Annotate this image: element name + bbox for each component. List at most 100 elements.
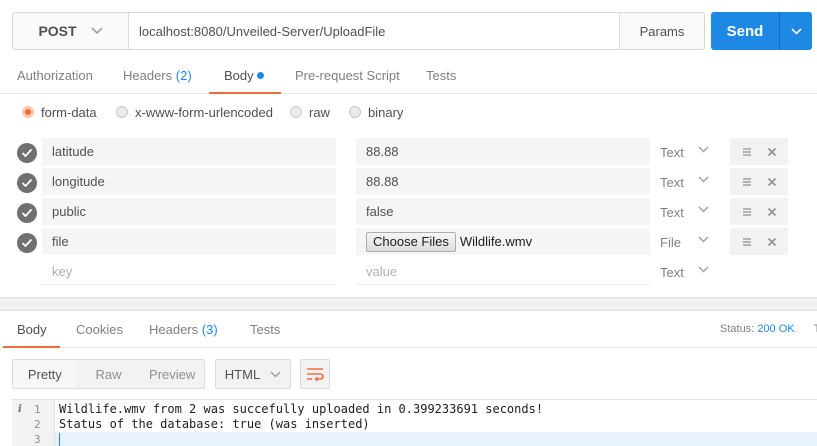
tab-label: Pre-request Script — [295, 68, 400, 83]
method-select[interactable]: POST — [13, 13, 129, 49]
form-row: latitude 88.88 Text — [0, 138, 817, 168]
row-actions — [730, 198, 788, 225]
form-row: file Choose Files Wildlife.wmv File — [0, 228, 817, 258]
headers-count: (2) — [175, 68, 192, 83]
value-field[interactable]: false — [356, 198, 650, 225]
row-enabled-checkbox[interactable] — [17, 143, 37, 163]
radio-icon — [290, 106, 302, 118]
key-field[interactable]: latitude — [42, 138, 336, 165]
view-pretty-button[interactable]: Pretty — [13, 360, 77, 388]
radio-binary[interactable]: binary — [349, 100, 403, 124]
row-enabled-checkbox[interactable] — [17, 203, 37, 223]
value-field: Choose Files Wildlife.wmv — [356, 228, 650, 255]
params-button[interactable]: Params — [619, 13, 704, 49]
key-input[interactable]: key — [42, 258, 336, 285]
tab-response-body[interactable]: Body — [17, 311, 47, 348]
value-field[interactable]: 88.88 — [356, 138, 650, 165]
drag-handle-icon[interactable] — [742, 147, 752, 157]
type-select[interactable]: Text — [660, 138, 684, 165]
radio-label: binary — [368, 104, 404, 120]
new-form-row: key value Text — [0, 258, 817, 288]
response-status: Status: 200 OK T — [720, 311, 817, 348]
check-icon — [21, 148, 33, 158]
close-icon[interactable] — [767, 177, 777, 187]
radio-x-www-form-urlencoded[interactable]: x-www-form-urlencoded — [116, 100, 273, 124]
tab-headers[interactable]: Headers (2) — [123, 58, 192, 94]
key-field[interactable]: longitude — [42, 168, 336, 195]
tab-authorization[interactable]: Authorization — [17, 58, 93, 94]
close-icon[interactable] — [767, 147, 777, 157]
check-icon — [21, 238, 33, 248]
line-text: Wildlife.wmv from 2 was succefully uploa… — [59, 402, 544, 416]
chevron-down-icon — [790, 27, 802, 35]
value-placeholder: value — [366, 263, 398, 279]
row-enabled-checkbox[interactable] — [17, 173, 37, 193]
row-actions — [730, 138, 788, 165]
chevron-down-icon — [698, 146, 709, 153]
value-text: 88.88 — [366, 174, 399, 189]
chevron-down-icon — [698, 176, 709, 183]
format-select[interactable]: HTML — [215, 359, 291, 389]
tab-label: Authorization — [17, 68, 93, 83]
send-button[interactable]: Send — [711, 12, 779, 50]
chevron-down-icon — [698, 266, 709, 273]
code-line: i 1 Wildlife.wmv from 2 was succefully u… — [12, 402, 817, 417]
chevron-down-icon — [698, 236, 709, 243]
radio-form-data[interactable]: form-data — [22, 100, 97, 124]
url-text: localhost:8080/Unveiled-Server/UploadFil… — [139, 23, 386, 39]
type-select[interactable]: Text — [660, 258, 684, 285]
tab-pre-request-script[interactable]: Pre-request Script — [295, 58, 400, 94]
tab-test-results[interactable]: Tests — [250, 311, 280, 348]
type-select[interactable]: Text — [660, 198, 684, 225]
request-tabs: Authorization Headers (2) Body Pre-reque… — [0, 58, 817, 94]
tab-tests[interactable]: Tests — [426, 58, 456, 94]
code-line: 3 — [12, 432, 817, 446]
drag-handle-icon[interactable] — [742, 237, 752, 247]
modified-dot-icon — [256, 72, 264, 79]
url-input[interactable]: localhost:8080/Unveiled-Server/UploadFil… — [129, 13, 619, 49]
form-row: longitude 88.88 Text — [0, 168, 817, 198]
tab-cookies[interactable]: Cookies — [76, 311, 123, 348]
line-text: Status of the database: true (was insert… — [59, 417, 370, 431]
radio-icon — [349, 106, 361, 118]
type-select[interactable]: File — [660, 228, 681, 255]
drag-handle-icon[interactable] — [742, 177, 752, 187]
active-tab-indicator — [209, 92, 281, 94]
row-enabled-checkbox[interactable] — [17, 233, 37, 253]
form-row: public false Text — [0, 198, 817, 228]
tab-label: Cookies — [76, 322, 123, 337]
view-raw-button[interactable]: Raw — [77, 360, 141, 388]
chevron-down-icon — [698, 206, 709, 213]
radio-raw[interactable]: raw — [290, 100, 330, 124]
code-line: 2 Status of the database: true (was inse… — [12, 417, 817, 432]
key-field[interactable]: file — [42, 228, 336, 255]
value-text: false — [366, 204, 394, 219]
value-field[interactable]: 88.88 — [356, 168, 650, 195]
tab-label: Tests — [250, 322, 281, 337]
send-options-button[interactable] — [779, 12, 812, 50]
key-field[interactable]: public — [42, 198, 336, 225]
drag-handle-icon[interactable] — [742, 207, 752, 217]
tab-response-headers[interactable]: Headers (3) — [149, 311, 218, 348]
radio-label: x-www-form-urlencoded — [135, 104, 273, 120]
value-input[interactable]: value — [356, 258, 650, 285]
choose-files-button[interactable]: Choose Files — [366, 231, 456, 252]
section-divider[interactable] — [0, 297, 817, 311]
text-cursor — [59, 433, 60, 446]
close-icon[interactable] — [767, 207, 777, 217]
row-actions — [730, 168, 788, 195]
type-select[interactable]: Text — [660, 168, 684, 195]
info-icon: i — [18, 404, 22, 415]
chevron-down-icon — [270, 370, 281, 378]
radio-selected-icon — [22, 106, 34, 118]
status-label: Status: — [720, 323, 755, 335]
chevron-down-icon — [90, 27, 103, 35]
view-preview-button[interactable]: Preview — [140, 360, 204, 388]
wrap-lines-button[interactable] — [300, 359, 330, 389]
tab-body[interactable]: Body — [224, 58, 264, 94]
tab-label: Body — [17, 322, 47, 337]
response-body-editor[interactable]: i 1 Wildlife.wmv from 2 was succefully u… — [12, 399, 817, 446]
radio-label: form-data — [41, 104, 97, 120]
close-icon[interactable] — [767, 237, 777, 247]
send-label: Send — [726, 22, 764, 40]
